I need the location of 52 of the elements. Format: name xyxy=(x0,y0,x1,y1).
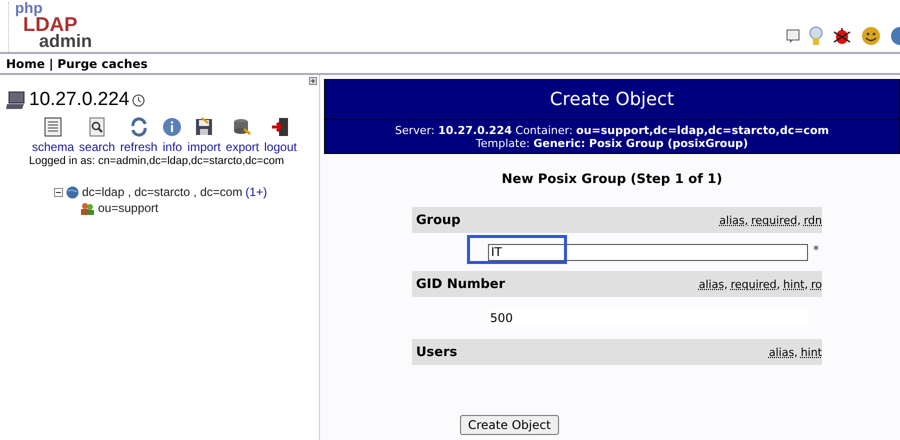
action-link[interactable]: refresh xyxy=(120,140,158,154)
required-mark: * xyxy=(813,243,819,257)
child-count: (1+) xyxy=(245,185,268,199)
action-link[interactable]: search xyxy=(79,140,116,154)
server-info: Server: 10.27.0.224 Container: ou=support,dc=ldap,dc=starcto,dc=com xyxy=(394,124,830,137)
attribute-tag: alias, xyxy=(698,278,728,290)
info-icon[interactable] xyxy=(162,117,182,137)
readonly-value: 500 xyxy=(490,309,808,327)
people-icon xyxy=(80,202,95,214)
attribute-tag: hint, xyxy=(783,278,808,290)
separator: | xyxy=(48,56,54,70)
action-link[interactable]: export xyxy=(226,140,260,154)
database-icon[interactable] xyxy=(232,117,252,137)
server-name[interactable]: 10.27.0.224 xyxy=(29,89,130,111)
attribute-label: Group xyxy=(416,212,461,228)
exit-door-icon[interactable] xyxy=(270,117,290,137)
attribute-tag: ro xyxy=(810,278,822,290)
attribute-tag: alias, xyxy=(719,214,748,226)
expand-icon[interactable] xyxy=(309,77,317,85)
group-input-field[interactable]: IT xyxy=(488,244,808,260)
search-icon[interactable] xyxy=(87,117,108,137)
nav-link[interactable]: Home xyxy=(6,56,45,70)
collapse-icon[interactable] xyxy=(54,188,63,196)
lightbulb-icon[interactable] xyxy=(809,26,823,46)
attribute-tag: rdn xyxy=(804,214,822,226)
document-icon[interactable] xyxy=(43,117,64,137)
refresh-icon[interactable] xyxy=(128,117,149,137)
action-link[interactable]: info xyxy=(162,140,182,154)
action-link[interactable]: logout xyxy=(264,140,297,154)
tree-item[interactable]: ou=support xyxy=(98,201,158,215)
tree-item[interactable]: dc=ldap , dc=starcto , dc=com xyxy=(82,185,242,199)
attribute-tag: required, xyxy=(751,214,801,226)
action-link[interactable]: schema xyxy=(32,140,74,154)
form-subtitle: New Posix Group (Step 1 of 1) xyxy=(500,171,724,189)
attribute-label: GID Number xyxy=(416,276,506,292)
action-link[interactable]: import xyxy=(187,140,221,154)
globe-icon xyxy=(66,186,79,198)
attribute-tag: required, xyxy=(730,278,780,290)
logo-drawing: php LDAP admin xyxy=(8,2,92,52)
smiley-icon[interactable] xyxy=(861,26,881,46)
logged-in-text: Logged in as: cn=admin,dc=ldap,dc=starcto,dc=com xyxy=(29,154,284,168)
attribute-tag: hint xyxy=(800,346,822,358)
create-object-button[interactable]: Create Object xyxy=(460,415,559,435)
help-icon[interactable] xyxy=(786,29,800,43)
nav-link[interactable]: Purge caches xyxy=(57,56,148,70)
clock-icon xyxy=(132,94,146,106)
globe-icon[interactable] xyxy=(890,26,900,46)
attribute-tag: alias, xyxy=(768,346,798,358)
template-info: Template: Generic: Posix Group (posixGroup) xyxy=(474,137,750,150)
attribute-label: Users xyxy=(416,344,458,360)
page-title: Create Object xyxy=(324,79,900,120)
computer-icon xyxy=(6,90,26,110)
